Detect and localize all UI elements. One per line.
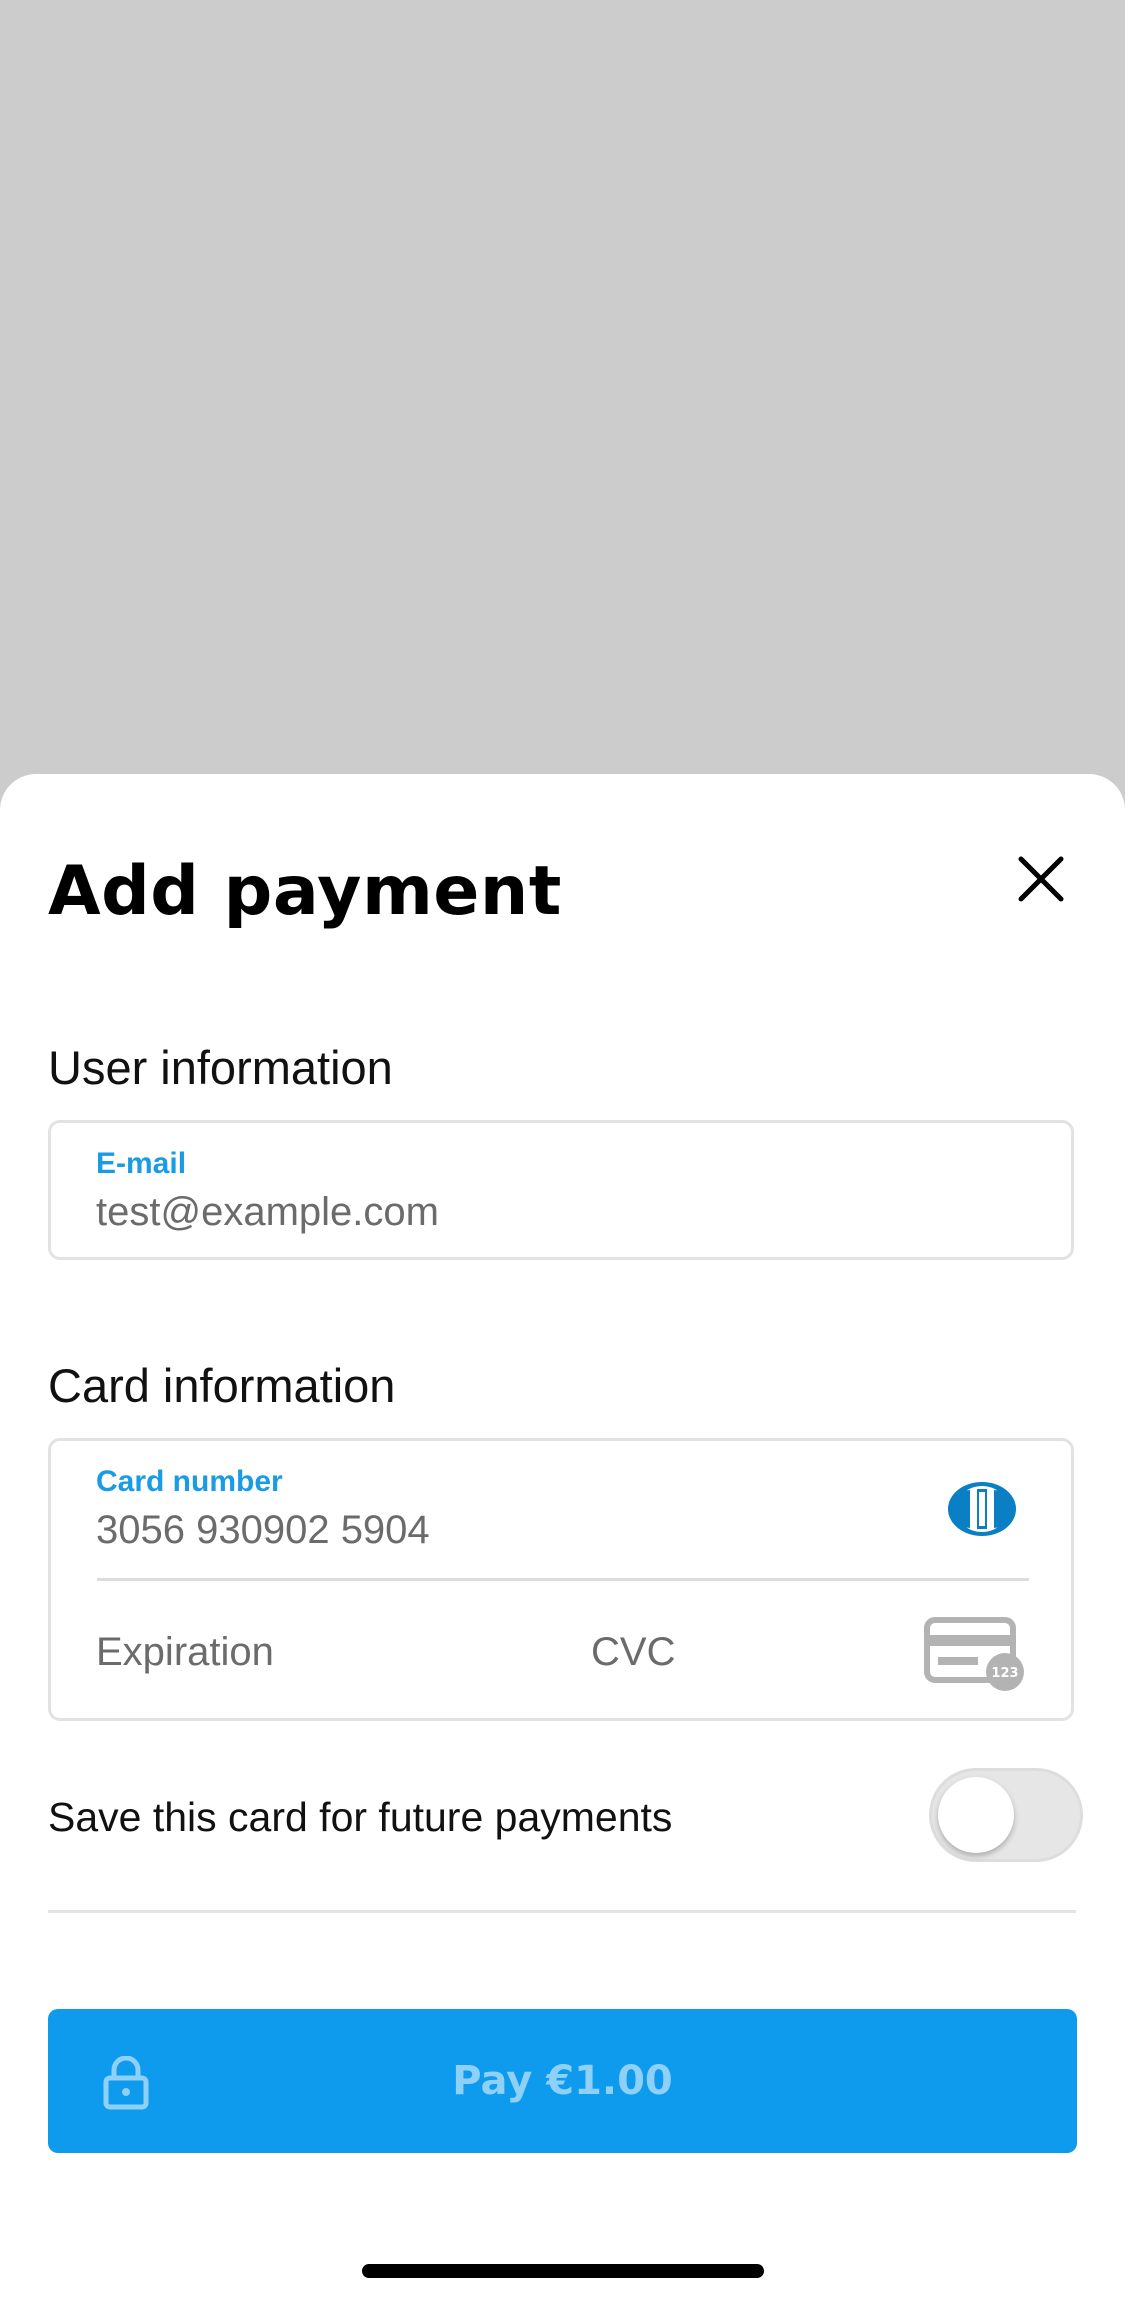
email-field[interactable]: E-mail test@example.com (48, 1120, 1074, 1260)
home-indicator (362, 2264, 764, 2278)
pay-button[interactable]: Pay €1.00 (48, 2009, 1077, 2153)
card-information-heading: Card information (48, 1359, 396, 1412)
cvc-card-icon: 123 (924, 1617, 1024, 1691)
email-input[interactable]: test@example.com (96, 1188, 439, 1236)
card-number-input[interactable]: 3056 930902 5904 (96, 1506, 430, 1554)
card-number-divider (97, 1578, 1029, 1581)
toggle-knob (938, 1777, 1014, 1853)
cvc-input[interactable]: CVC (591, 1628, 675, 1676)
expiration-input[interactable]: Expiration (96, 1628, 274, 1676)
save-card-label: Save this card for future payments (48, 1794, 673, 1840)
user-information-heading: User information (48, 1041, 393, 1094)
email-label: E-mail (96, 1147, 187, 1180)
card-number-label: Card number (96, 1465, 283, 1498)
sheet-title: Add payment (48, 852, 562, 931)
svg-text:123: 123 (991, 1666, 1018, 1681)
section-divider (48, 1910, 1076, 1913)
diners-club-icon (948, 1482, 1016, 1536)
close-icon (1018, 856, 1064, 902)
save-card-toggle[interactable] (929, 1768, 1083, 1862)
pay-button-label: Pay €1.00 (452, 2058, 673, 2104)
card-details-box: Card number 3056 930902 5904 Expiration … (48, 1438, 1074, 1721)
close-button[interactable] (1010, 848, 1072, 910)
